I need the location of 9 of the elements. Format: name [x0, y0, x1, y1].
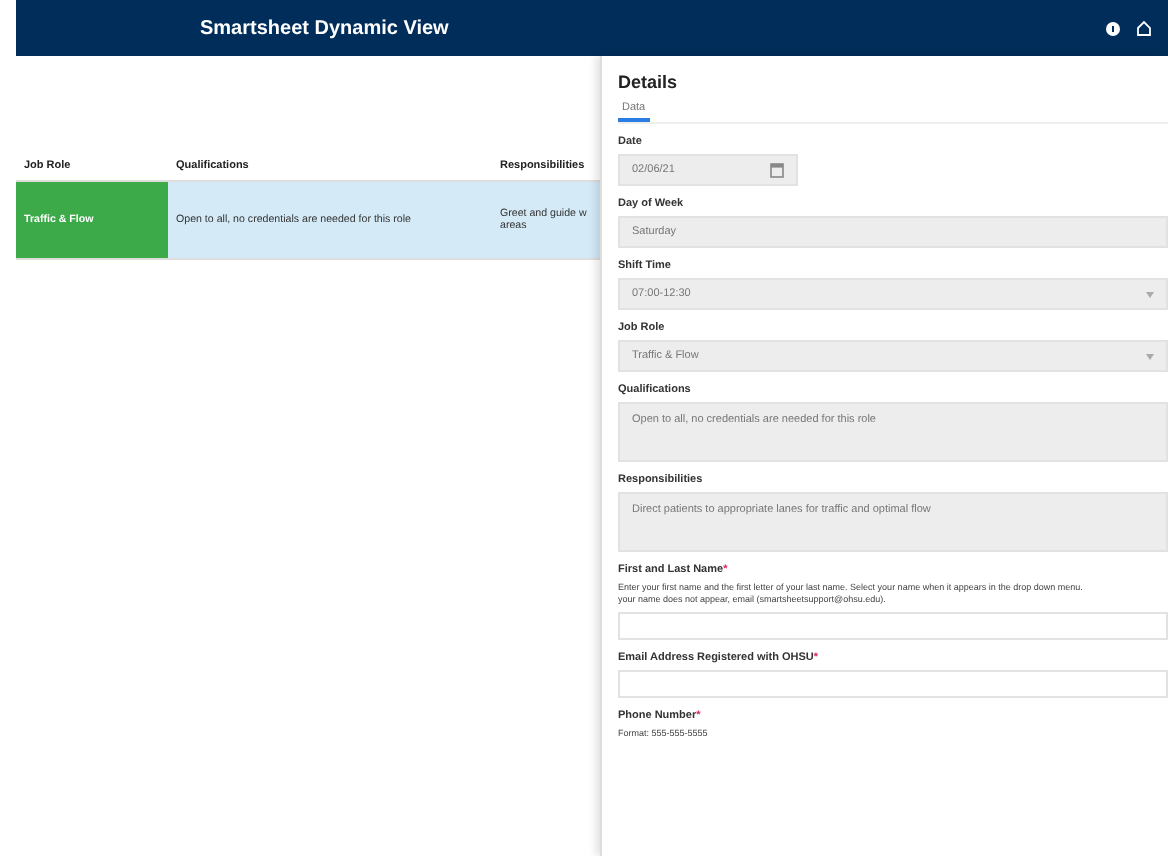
caret-icon — [1146, 353, 1154, 359]
input-field[interactable] — [618, 611, 1168, 640]
panel-title: Details — [618, 72, 680, 92]
caret-icon — [1146, 291, 1154, 297]
home-icon[interactable] — [1136, 20, 1152, 36]
input-field[interactable] — [618, 669, 1168, 698]
app-title: Smartsheet Dynamic View — [200, 17, 451, 39]
help-icon[interactable] — [1106, 21, 1120, 35]
calendar-icon[interactable] — [770, 162, 784, 178]
